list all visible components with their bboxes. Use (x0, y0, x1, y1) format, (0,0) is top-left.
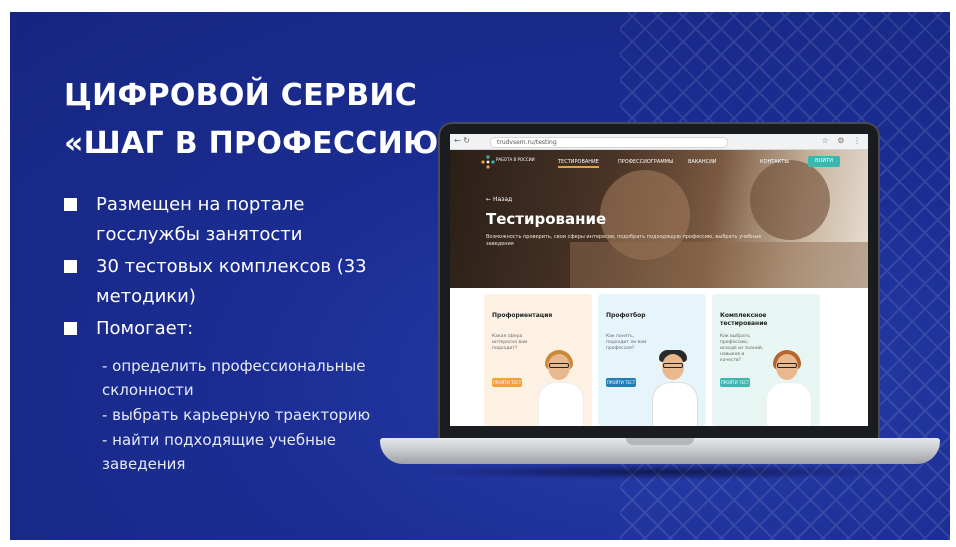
laptop-shadow (410, 464, 910, 480)
laptop-notch (626, 438, 694, 445)
sub-item: - найти подходящие учебные заведения (102, 431, 336, 473)
card-title: Профориентация (492, 312, 553, 319)
bullet-item: 30 тестовых комплексов (33 методики) (64, 252, 404, 312)
woman-photo (534, 346, 586, 426)
woman-photo (762, 346, 814, 426)
sub-item: - определить профессиональные склонности (102, 357, 366, 399)
card-desc: Какая сфера интересна вам подходит? (492, 334, 528, 351)
bullet-text: 30 тестовых комплексов (33 методики) (96, 256, 367, 307)
bullet-item: Размещен на портале госслужбы занятости (64, 190, 404, 250)
browser-bar: ← ↻ trudvsem.ru/testing ☆ ⚙ ⋮ (450, 134, 868, 150)
browser-tools-icon[interactable]: ☆ ⚙ ⋮ (822, 136, 864, 145)
card-title: Комплексное тестирование (720, 312, 768, 327)
sub-item: - выбрать карьерную траекторию (102, 406, 371, 424)
menu-item-contacts[interactable]: КОНТАКТЫ (760, 159, 789, 165)
back-icon[interactable]: ← ↻ (454, 136, 470, 145)
take-test-button[interactable]: ПРОЙТИ ТЕСТ (720, 378, 750, 387)
card-complex-testing[interactable]: Комплексное тестирование Как выбрать про… (712, 294, 820, 426)
menu-item-vacancies[interactable]: ВАКАНСИИ (688, 159, 717, 165)
laptop-screen: ← ↻ trudvsem.ru/testing ☆ ⚙ ⋮ РАБОТА В Р… (450, 134, 868, 426)
logo-icon (481, 155, 495, 169)
bullet-square-icon (64, 260, 77, 273)
hero-description: Возможность проверить, свои сферы интере… (486, 234, 762, 247)
menu-item-professiograms[interactable]: ПРОФЕССИОГРАММЫ (618, 159, 673, 165)
man-photo (648, 346, 700, 426)
site-header: РАБОТА В РОССИИ ТЕСТИРОВАНИЕ ПРОФЕССИОГР… (450, 150, 868, 174)
presentation-slide: ЦИФРОВОЙ СЕРВИС «ШАГ В ПРОФЕССИЮ» Размещ… (10, 12, 950, 540)
hero-title: Тестирование (486, 210, 607, 228)
take-test-button[interactable]: ПРОЙТИ ТЕСТ (606, 378, 636, 387)
address-bar[interactable]: trudvsem.ru/testing (490, 137, 728, 148)
bullet-item: Помогает: (64, 314, 404, 344)
bullet-list: Размещен на портале госслужбы занятости … (64, 190, 404, 346)
laptop-mockup: ← ↻ trudvsem.ru/testing ☆ ⚙ ⋮ РАБОТА В Р… (380, 112, 940, 492)
menu-item-testing[interactable]: ТЕСТИРОВАНИЕ (558, 159, 599, 168)
sub-list: - определить профессиональные склонности… (102, 354, 412, 477)
bullet-square-icon (64, 198, 77, 211)
cards-section: Профориентация Какая сфера интересна вам… (450, 288, 868, 426)
card-desc: Как понять, подходит ли вам профессия? (606, 334, 647, 351)
card-title: Профотбор (606, 312, 646, 319)
bullet-text: Помогает: (96, 318, 194, 339)
back-link[interactable]: ← Назад (486, 196, 512, 203)
take-test-button[interactable]: ПРОЙТИ ТЕСТ (492, 378, 522, 387)
arrow-left-icon: ← (486, 196, 493, 203)
card-desc: Как выбрать профессию, исходя из знаний,… (720, 334, 764, 363)
bullet-text: Размещен на портале госслужбы занятости (96, 194, 305, 245)
logo-text: РАБОТА В РОССИИ (496, 157, 535, 162)
bullet-square-icon (64, 322, 77, 335)
card-career-guidance[interactable]: Профориентация Какая сфера интересна вам… (484, 294, 592, 426)
card-professional-selection[interactable]: Профотбор Как понять, подходит ли вам пр… (598, 294, 706, 426)
login-button[interactable]: ВОЙТИ (808, 156, 840, 167)
